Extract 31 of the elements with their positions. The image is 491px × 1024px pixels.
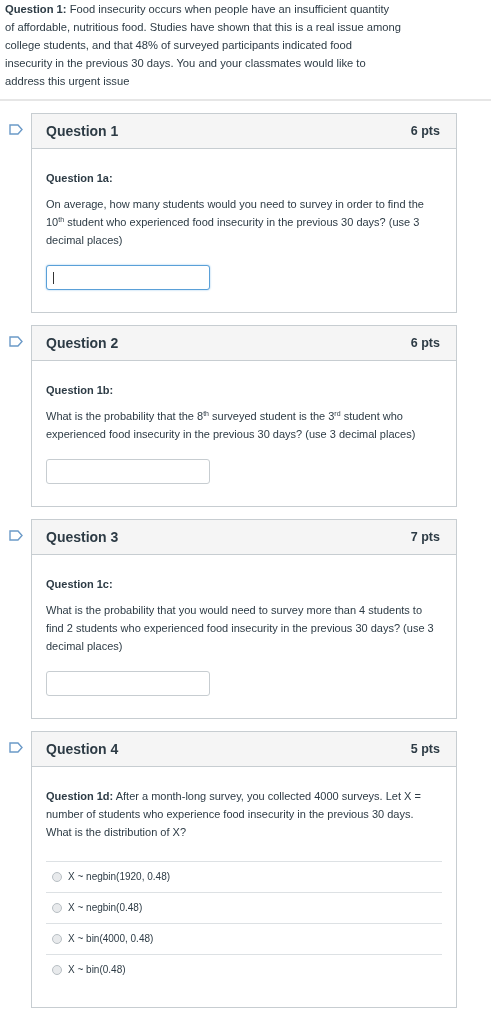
answer-field[interactable] [46,265,210,290]
points-label: 7 pts [410,530,440,544]
radio-button[interactable] [52,934,62,944]
radio-button[interactable] [52,965,62,975]
bookmark-icon[interactable] [8,742,23,753]
points-label: 6 pts [410,336,440,350]
question-label: Question 1a: [46,171,114,186]
radio-button[interactable] [52,903,62,913]
question-text: What is the probability that you would need to survey more than 4 students to find 2 students who experienced food insecurity in the previous 30 days? (use 3 decimal places) [46,603,435,654]
choice-label[interactable]: X ~ bin(0.48) [68,961,126,979]
radio-button[interactable] [52,872,62,882]
choice-label[interactable]: X ~ bin(4000, 0.48) [68,930,154,948]
question-title: Question 4 [46,741,119,757]
answer-field[interactable] [46,459,210,484]
bookmark-icon[interactable] [8,530,23,541]
choice-label[interactable]: X ~ negbin(1920, 0.48) [68,868,171,886]
question-title: Question 1 [46,123,119,139]
points-label: 5 pts [410,742,440,756]
question-text: Question 1d: After a month-long survey, you collected 4000 surveys. Let X = number of students who experience food insecurity in the previous 30 days. What is the distribution of X? [46,789,422,840]
question-title: Question 3 [46,529,119,545]
bookmark-icon[interactable] [8,124,23,135]
question-label: Question 1c: [46,577,114,592]
question-title: Question 2 [46,335,119,351]
points-label: 6 pts [410,124,440,138]
question-text: On average, how many students would you need to survey in order to find the 10$^{th}$ student who experienced food insecurity in the previous 30 days? (use 3 decimal places) [46,197,425,248]
intro-paragraph: Question 1: Food insecurity occurs when people have an insufficient quantity of affordable, nutritious food. Studies have shown that this is a real issue among college students, and that 48% of surveyed participants indicated food insecurity in the previous 30 days. You and your classmates would like to address this urgent issue [4,2,402,89]
question-text: What is the probability that the 8$^{th}$ surveyed student is the 3$^{rd}$ student who experienced food insecurity in the previous 30 days? (use 3 decimal places) [46,409,417,442]
bookmark-icon[interactable] [8,336,23,347]
question-label: Question 1b: [46,383,115,398]
answer-field[interactable] [46,671,210,696]
choice-label[interactable]: X ~ negbin(0.48) [68,899,143,917]
